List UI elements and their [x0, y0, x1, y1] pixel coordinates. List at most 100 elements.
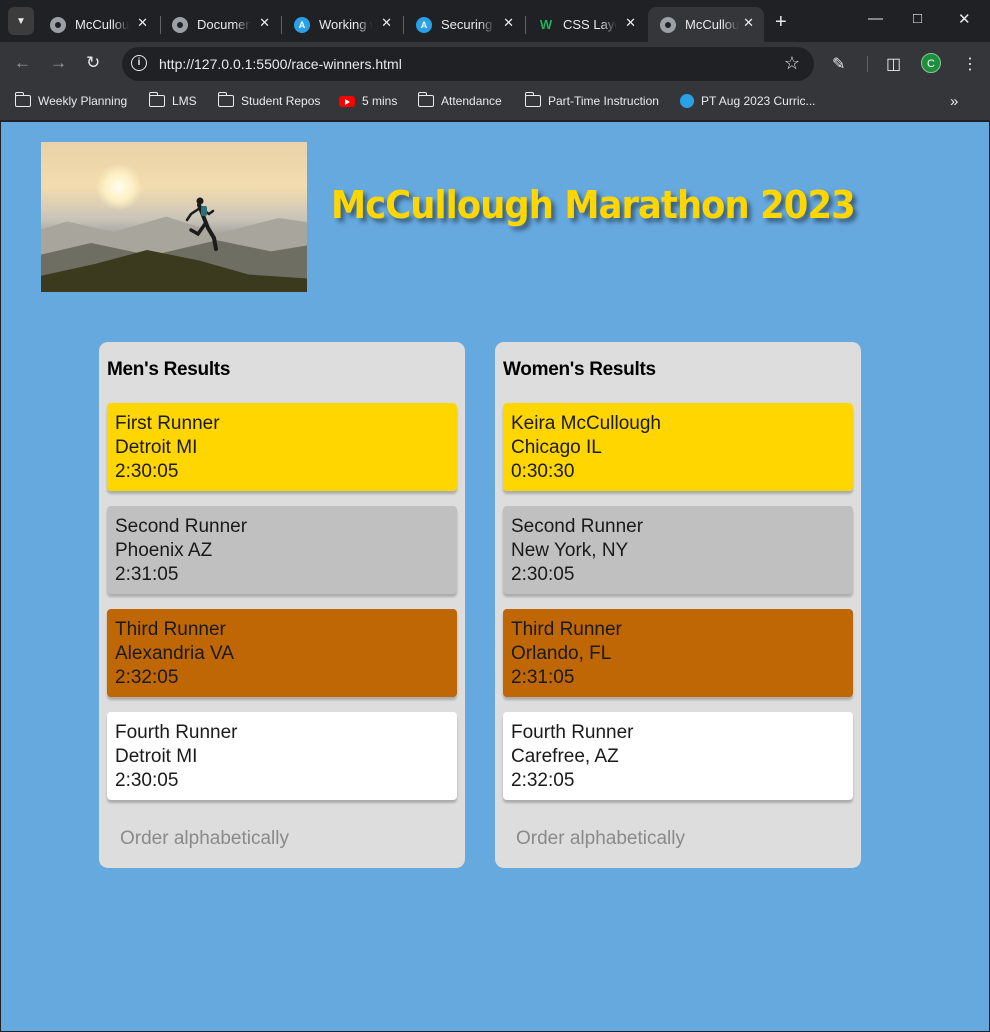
- tab-working-with[interactable]: A Working with ✕: [282, 7, 402, 42]
- maximize-icon[interactable]: □: [913, 10, 922, 27]
- globe-icon: [50, 16, 66, 33]
- runner-card: Fourth Runner Detroit MI 2:30:05: [107, 712, 457, 800]
- tab-title: Document: [197, 17, 251, 32]
- bookmarks-bar: Weekly Planning LMS Student Repos 5 mins…: [0, 86, 990, 121]
- bookmark-label: Attendance: [441, 94, 502, 108]
- minimize-icon[interactable]: —: [868, 10, 883, 27]
- sun-shape: [96, 164, 142, 210]
- bookmark-star-icon[interactable]: ☆: [784, 53, 800, 74]
- new-tab-button[interactable]: +: [775, 11, 787, 34]
- tab-title: McCullough: [685, 17, 739, 32]
- site-info-icon[interactable]: i: [131, 55, 147, 71]
- tab-css-layout[interactable]: W CSS Layout ✕: [526, 7, 646, 42]
- order-alphabetically-button[interactable]: Order alphabetically: [120, 828, 289, 850]
- page-title: McCullough Marathon 2023: [331, 183, 856, 227]
- tab-securing[interactable]: A Securing ✕: [404, 7, 524, 42]
- tab-search-button[interactable]: ▼: [8, 7, 34, 35]
- runner-city: Phoenix AZ: [115, 540, 213, 561]
- runner-name: Fourth Runner: [115, 722, 238, 743]
- bookmark-label: Part-Time Instruction: [548, 94, 659, 108]
- youtube-icon: [339, 95, 355, 107]
- a-icon: A: [416, 16, 432, 33]
- forward-arrow-icon[interactable]: →: [50, 53, 67, 73]
- runner-city: Chicago IL: [511, 437, 602, 458]
- page-viewport: McCullough Marathon 2023 Men's Results F…: [1, 122, 989, 1031]
- tab-title: Securing: [441, 17, 493, 32]
- globe-icon: [660, 16, 676, 33]
- runner-card: Third Runner Orlando, FL 2:31:05: [503, 609, 853, 697]
- close-icon[interactable]: ✕: [381, 15, 392, 31]
- bookmark-label: PT Aug 2023 Curric...: [701, 94, 816, 108]
- tab-title: Working with: [319, 17, 373, 32]
- close-icon[interactable]: ✕: [259, 15, 270, 31]
- url-text[interactable]: http://127.0.0.1:5500/race-winners.html: [159, 56, 402, 72]
- runner-card: Keira McCullough Chicago IL 0:30:30: [503, 403, 853, 491]
- globe-icon: [172, 16, 188, 33]
- window-close-icon[interactable]: ✕: [958, 10, 971, 28]
- profile-avatar[interactable]: C: [921, 53, 941, 73]
- toolbar-divider: [867, 56, 868, 72]
- tab-mccullough-1[interactable]: McCullough ✕: [38, 7, 158, 42]
- runner-card: Second Runner Phoenix AZ 2:31:05: [107, 506, 457, 594]
- runner-name: Fourth Runner: [511, 722, 634, 743]
- close-icon[interactable]: ✕: [137, 15, 148, 31]
- w-icon: W: [539, 17, 553, 32]
- tab-title: McCullough: [75, 17, 129, 32]
- a-icon: [680, 94, 694, 108]
- runner-time: 2:31:05: [511, 667, 575, 688]
- runner-card: Second Runner New York, NY 2:30:05: [503, 506, 853, 594]
- mens-results-panel: Men's Results First Runner Detroit MI 2:…: [99, 342, 465, 868]
- bookmark-attendance[interactable]: Attendance: [417, 92, 502, 108]
- runner-card: Fourth Runner Carefree, AZ 2:32:05: [503, 712, 853, 800]
- browser-toolbar: ← → ↻ i http://127.0.0.1:5500/race-winne…: [0, 42, 990, 86]
- bookmark-label: 5 mins: [362, 94, 398, 108]
- bookmark-label: Student Repos: [241, 94, 321, 108]
- folder-icon: [148, 92, 165, 107]
- back-arrow-icon[interactable]: ←: [14, 53, 31, 73]
- extensions-icon[interactable]: ✎: [832, 54, 845, 74]
- runner-silhouette: [185, 197, 218, 251]
- close-icon[interactable]: ✕: [743, 15, 754, 31]
- runner-city: Alexandria VA: [115, 643, 234, 664]
- tab-document[interactable]: Document ✕: [160, 7, 280, 42]
- bookmark-label: LMS: [172, 94, 197, 108]
- bookmark-lms[interactable]: LMS: [148, 92, 197, 108]
- menu-kebab-icon[interactable]: ⋮: [962, 54, 978, 74]
- runner-city: Detroit MI: [115, 437, 198, 458]
- runner-time: 0:30:30: [511, 461, 575, 482]
- bookmark-5-mins[interactable]: 5 mins: [339, 94, 397, 108]
- close-icon[interactable]: ✕: [503, 15, 514, 31]
- folder-icon: [524, 92, 541, 107]
- runner-name: Second Runner: [115, 516, 248, 537]
- runner-city: Orlando, FL: [511, 643, 612, 664]
- runner-name: First Runner: [115, 413, 220, 434]
- order-alphabetically-button[interactable]: Order alphabetically: [516, 828, 685, 850]
- folder-icon: [417, 92, 434, 107]
- bookmark-student-repos[interactable]: Student Repos: [217, 92, 321, 108]
- runner-time: 2:30:05: [115, 461, 179, 482]
- close-icon[interactable]: ✕: [625, 15, 636, 31]
- runner-card: First Runner Detroit MI 2:30:05: [107, 403, 457, 491]
- runner-city: Carefree, AZ: [511, 746, 619, 767]
- folder-icon: [14, 92, 31, 107]
- runner-city: Detroit MI: [115, 746, 198, 767]
- tab-title: CSS Layout: [563, 17, 617, 32]
- a-icon: A: [294, 16, 310, 33]
- runner-time: 2:32:05: [115, 667, 179, 688]
- bookmark-weekly-planning[interactable]: Weekly Planning: [14, 92, 127, 108]
- tab-mccullough-active[interactable]: McCullough ✕: [648, 7, 764, 42]
- folder-icon: [217, 92, 234, 107]
- runner-time: 2:30:05: [115, 770, 179, 791]
- more-bookmarks-chevron-icon[interactable]: »: [950, 93, 958, 110]
- side-panel-icon[interactable]: ◫: [886, 54, 901, 74]
- runner-time: 2:31:05: [115, 564, 179, 585]
- runner-time: 2:32:05: [511, 770, 575, 791]
- hero-image: [41, 142, 307, 292]
- reload-icon[interactable]: ↻: [86, 53, 100, 73]
- bookmark-part-time-instruction[interactable]: Part-Time Instruction: [524, 92, 659, 108]
- tab-strip: ▼ McCullough ✕ Document ✕ A Working with…: [0, 0, 990, 42]
- runner-card: Third Runner Alexandria VA 2:32:05: [107, 609, 457, 697]
- address-bar[interactable]: i http://127.0.0.1:5500/race-winners.htm…: [122, 47, 814, 81]
- runner-name: Third Runner: [115, 619, 226, 640]
- bookmark-pt-aug-2023[interactable]: PT Aug 2023 Curric...: [680, 94, 816, 108]
